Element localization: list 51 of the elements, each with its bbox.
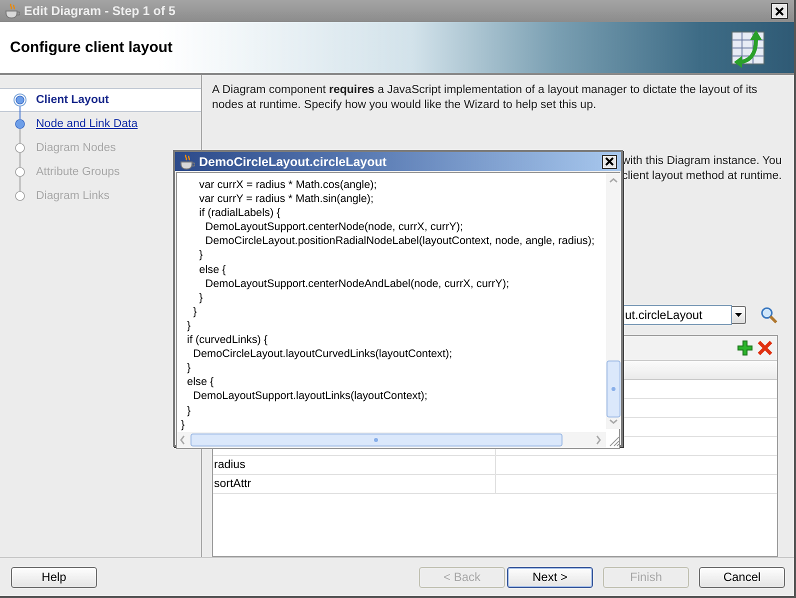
dialog-button[interactable]: Next >	[507, 566, 593, 588]
code-line: DemoCircleLayout.positionRadialNodeLabel(layoutContext, node, angle, radius);	[204, 234, 594, 248]
add-icon[interactable]	[737, 340, 753, 356]
vertical-scrollbar[interactable]	[606, 173, 621, 429]
code-line: }	[186, 404, 191, 418]
code-line: }	[198, 248, 203, 263]
table-cell: radius	[213, 456, 496, 474]
dialog-button[interactable]: Cancel	[699, 566, 785, 588]
code-line: }	[192, 304, 197, 319]
horizontal-scrollbar[interactable]	[177, 432, 606, 448]
popup-title: DemoCircleLayout.circleLayout	[199, 154, 388, 168]
coffee-cup-icon	[179, 154, 195, 170]
code-line: }	[181, 418, 185, 432]
coffee-cup-icon	[4, 3, 20, 19]
layout-method-field[interactable]: ut.circleLayout	[622, 305, 732, 325]
code-line: DemoLayoutSupport.layoutLinks(layoutContext);	[192, 389, 428, 404]
close-button[interactable]	[771, 3, 788, 19]
step-label: Client Layout	[36, 94, 109, 106]
step-label: Node and Link Data	[36, 118, 138, 130]
dropdown-button[interactable]	[732, 306, 746, 324]
code-line: DemoCircleLayout.layoutCurvedLinks(layoutContext);	[192, 347, 452, 362]
code-line: var currY = radius * Math.sin(angle);	[198, 192, 374, 206]
wizard-step[interactable]: Node and Link Data	[0, 112, 201, 136]
close-icon	[775, 6, 784, 16]
window-title: Edit Diagram - Step 1 of 5	[24, 4, 176, 18]
code-line: if (curvedLinks) {	[186, 333, 268, 348]
code-line: DemoLayoutSupport.centerNode(node, currX, currY);	[204, 220, 464, 234]
close-icon	[605, 157, 614, 166]
step-dot-icon	[13, 112, 27, 136]
code-line: else {	[186, 375, 214, 390]
wizard-step[interactable]: Client Layout	[0, 88, 201, 112]
table-cell: sortAttr	[213, 475, 496, 493]
code-line: }	[186, 318, 191, 334]
step-dot-icon	[13, 160, 27, 184]
page-heading: Configure client layout	[10, 39, 174, 56]
step-label: Attribute Groups	[36, 166, 120, 178]
description-text: A Diagram component requires a JavaScript implementation of a layout manager to dictate the layout of its nodes at runtime. Specify how you would like the Wizard to help set this up.	[212, 83, 758, 113]
step-dot-icon	[13, 136, 27, 160]
code-line: DemoLayoutSupport.centerNodeAndLabel(node, currX, currY);	[204, 276, 510, 291]
search-icon[interactable]	[760, 306, 778, 324]
close-button[interactable]	[602, 154, 617, 168]
code-line: var currX = radius * Math.cos(angle);	[198, 178, 377, 192]
step-label: Diagram Nodes	[36, 142, 116, 154]
code-line: if (radialLabels) {	[198, 206, 280, 220]
dialog-button[interactable]: Help	[11, 566, 97, 588]
code-line: else {	[198, 262, 226, 277]
code-line: }	[198, 290, 203, 305]
step-label: Diagram Links	[36, 190, 110, 202]
delete-icon[interactable]	[757, 340, 773, 356]
caret-icon	[735, 313, 742, 317]
code-line: }	[186, 361, 191, 376]
